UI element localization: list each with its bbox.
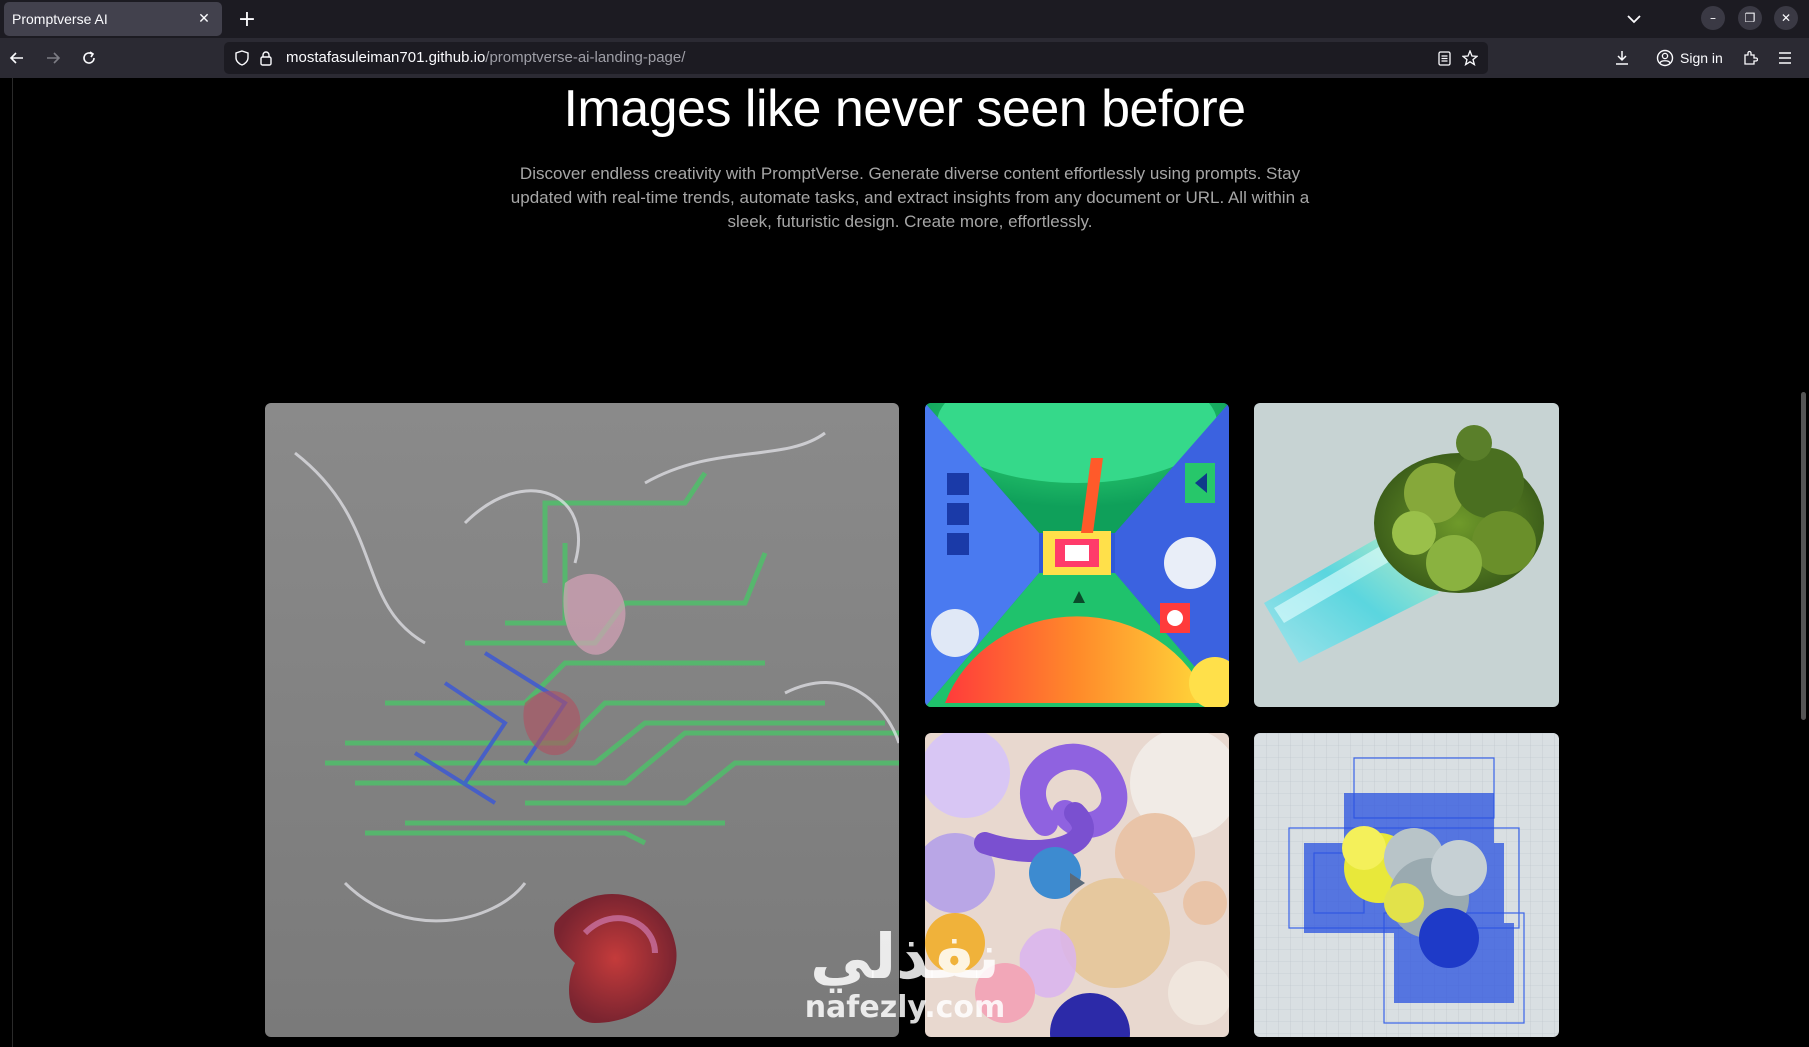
reload-icon <box>83 51 95 64</box>
back-button[interactable] <box>2 44 32 72</box>
minimize-button[interactable]: – <box>1701 6 1725 30</box>
tab-close-icon[interactable]: ✕ <box>194 9 214 29</box>
menu-button[interactable] <box>1770 44 1800 72</box>
hamburger-menu-icon <box>1779 52 1791 64</box>
bookmark-star-icon[interactable] <box>1460 48 1480 68</box>
section-description: Discover endless creativity with PromptV… <box>510 164 1310 231</box>
forward-button[interactable] <box>38 44 68 72</box>
page-edge-divider <box>12 78 13 1047</box>
close-window-button[interactable]: ✕ <box>1774 6 1798 30</box>
lock-icon[interactable] <box>256 48 276 68</box>
forward-arrow-icon <box>47 52 61 64</box>
scrollbar-track[interactable] <box>1797 78 1809 1047</box>
back-arrow-icon <box>9 52 23 64</box>
url-text: mostafasuleiman701.github.io/promptverse… <box>286 49 686 66</box>
puzzle-icon <box>1744 50 1758 65</box>
page-viewport: Images like never seen before Discover e… <box>0 78 1809 1047</box>
tab-title: Promptverse AI <box>12 11 108 27</box>
navigation-bar: mostafasuleiman701.github.io/promptverse… <box>0 38 1809 78</box>
gallery-image-coral-grid[interactable] <box>1254 733 1559 1037</box>
downloads-button[interactable] <box>1607 44 1637 72</box>
shield-icon[interactable] <box>232 48 252 68</box>
reload-button[interactable] <box>74 44 104 72</box>
gallery-image-moss-glass[interactable] <box>1254 403 1559 707</box>
tab-promptverse[interactable]: Promptverse AI ✕ <box>4 2 222 36</box>
restore-button[interactable]: ❐ <box>1738 6 1762 30</box>
tab-bar: Promptverse AI ✕ + – ❐ ✕ <box>0 0 1809 38</box>
download-icon <box>1616 51 1628 65</box>
scrollbar-thumb[interactable] <box>1801 392 1806 720</box>
address-bar[interactable]: mostafasuleiman701.github.io/promptverse… <box>224 42 1488 74</box>
tab-list-chevron-icon[interactable] <box>1620 6 1648 32</box>
gallery-image-clay-shapes[interactable] <box>925 733 1229 1037</box>
gallery-image-colorful-hallway[interactable] <box>925 403 1229 707</box>
extensions-button[interactable] <box>1735 44 1765 72</box>
reader-view-icon[interactable] <box>1434 48 1454 68</box>
account-icon <box>1656 49 1674 67</box>
section-headline: Images like never seen before <box>563 80 1246 138</box>
new-tab-button[interactable]: + <box>234 6 260 32</box>
sign-in-label: Sign in <box>1680 50 1723 66</box>
sign-in-button[interactable]: Sign in <box>1646 44 1733 72</box>
gallery-image-glass-sculpture[interactable] <box>265 403 899 1037</box>
